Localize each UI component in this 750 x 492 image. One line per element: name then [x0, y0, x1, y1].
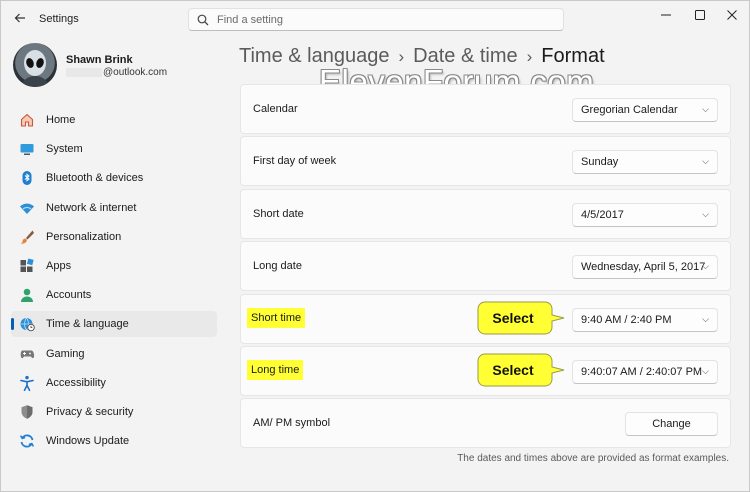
globe-clock-icon	[19, 316, 35, 332]
sidebar-item-label: Accounts	[46, 289, 92, 302]
select-callout: Select	[477, 353, 567, 387]
first-day-dropdown[interactable]: Sunday ⌵	[572, 150, 718, 175]
chevron-down-icon: ⌵	[702, 156, 709, 167]
sidebar-item-label: Home	[46, 114, 76, 126]
format-settings-list: Calendar Gregorian Calendar ⌵ First day …	[240, 84, 731, 451]
calendar-value: Gregorian Calendar	[581, 104, 678, 116]
app-title: Settings	[39, 13, 79, 25]
long-time-label: Long time	[247, 359, 304, 380]
callout-text: Select	[492, 309, 534, 326]
profile-name: Shawn Brink	[66, 54, 133, 66]
minimize-button[interactable]	[649, 5, 683, 25]
sidebar-item-label: Apps	[46, 259, 72, 272]
first-day-value: Sunday	[581, 156, 619, 169]
calendar-dropdown[interactable]: Gregorian Calendar ⌵	[572, 98, 718, 122]
sidebar-item-label: System	[46, 143, 83, 156]
search-input[interactable]	[217, 13, 547, 26]
callout-text: Select	[492, 361, 534, 378]
back-button[interactable]	[9, 7, 31, 29]
first-day-row: First day of week Sunday ⌵	[240, 136, 731, 187]
long-date-dropdown[interactable]: Wednesday, April 5, 2017 ⌵	[572, 255, 718, 280]
short-date-value: 4/5/2017	[581, 208, 624, 221]
accessibility-icon	[19, 375, 35, 391]
sidebar-item-gaming[interactable]: Gaming	[11, 341, 217, 367]
close-button[interactable]	[715, 5, 749, 25]
sidebar-item-windows-update[interactable]: Windows Update	[11, 428, 217, 454]
long-time-dropdown[interactable]: 9:40:07 AM / 2:40:07 PM ⌵	[572, 359, 718, 384]
change-ampm-button[interactable]: Change	[625, 412, 718, 437]
sidebar-item-label: Personalization	[46, 230, 122, 243]
short-time-row: Short time Select 9:40 AM / 2:40 PM ⌵	[240, 293, 731, 344]
ampm-row: AM/ PM symbol Change	[240, 398, 731, 449]
chevron-down-icon: ⌵	[702, 261, 709, 272]
sidebar-item-accounts[interactable]: Accounts	[11, 282, 217, 308]
sidebar-item-network[interactable]: Network & internet	[11, 195, 217, 221]
update-icon	[19, 433, 35, 449]
short-time-value: 9:40 AM / 2:40 PM	[581, 313, 672, 326]
brush-icon	[19, 229, 35, 245]
bluetooth-icon	[19, 170, 35, 186]
sidebar-item-label: Privacy & security	[46, 405, 134, 418]
profile-email: @outlook.com	[66, 67, 167, 78]
select-callout: Select	[477, 301, 567, 335]
sidebar-item-label: Network & internet	[46, 201, 137, 214]
avatar[interactable]	[13, 43, 57, 87]
shield-icon	[19, 404, 35, 420]
maximize-icon	[695, 10, 705, 20]
ampm-label: AM/ PM symbol	[253, 417, 331, 430]
chevron-down-icon: ⌵	[702, 313, 709, 324]
short-time-label: Short time	[247, 307, 306, 328]
chevron-down-icon: ⌵	[702, 365, 709, 376]
short-date-dropdown[interactable]: 4/5/2017 ⌵	[572, 202, 718, 227]
sidebar-item-system[interactable]: System	[11, 136, 217, 162]
long-date-label: Long date	[253, 260, 302, 273]
first-day-label: First day of week	[253, 155, 337, 168]
email-redaction	[66, 67, 102, 77]
profile-email-text: @outlook.com	[103, 67, 168, 78]
short-date-label: Short date	[253, 207, 304, 220]
sidebar-item-bluetooth[interactable]: Bluetooth & devices	[11, 165, 217, 191]
minimize-icon	[661, 14, 671, 16]
wifi-icon	[19, 200, 35, 216]
apps-icon	[19, 258, 35, 274]
search-icon	[197, 14, 209, 25]
close-icon	[727, 10, 737, 20]
short-date-row: Short date 4/5/2017 ⌵	[240, 188, 731, 239]
back-arrow-icon	[14, 13, 25, 23]
monitor-icon	[19, 141, 35, 157]
long-date-row: Long date Wednesday, April 5, 2017 ⌵	[240, 241, 731, 292]
search-box[interactable]	[188, 8, 564, 31]
title-bar: Settings	[1, 1, 750, 39]
long-time-value: 9:40:07 AM / 2:40:07 PM	[581, 365, 703, 378]
sidebar-item-label: Time & language	[46, 318, 129, 331]
sidebar-item-label: Windows Update	[46, 435, 130, 448]
home-icon	[19, 112, 35, 128]
chevron-down-icon: ⌵	[702, 104, 709, 114]
long-date-value: Wednesday, April 5, 2017	[581, 261, 706, 274]
sidebar-item-privacy[interactable]: Privacy & security	[11, 399, 217, 425]
alien-avatar-icon	[21, 50, 49, 87]
gamepad-icon	[19, 346, 35, 362]
sidebar-item-label: Bluetooth & devices	[46, 172, 144, 185]
person-icon	[19, 287, 35, 303]
maximize-button[interactable]	[683, 5, 717, 25]
long-time-row: Long time Select 9:40:07 AM / 2:40:07 PM…	[240, 345, 731, 396]
format-examples-note: The dates and times above are provided a…	[457, 453, 729, 464]
sidebar-item-accessibility[interactable]: Accessibility	[11, 370, 217, 396]
sidebar-item-label: Accessibility	[46, 376, 106, 389]
calendar-row: Calendar Gregorian Calendar ⌵	[240, 84, 731, 134]
sidebar-item-time-language[interactable]: Time & language	[11, 311, 217, 338]
sidebar-item-personalization[interactable]: Personalization	[11, 224, 217, 250]
sidebar-item-home[interactable]: Home	[11, 107, 217, 133]
sidebar-nav: Home System Bluetooth & devices Network …	[11, 107, 217, 457]
sidebar-item-label: Gaming	[46, 347, 85, 360]
sidebar-item-apps[interactable]: Apps	[11, 253, 217, 279]
calendar-label: Calendar	[253, 103, 298, 115]
short-time-dropdown[interactable]: 9:40 AM / 2:40 PM ⌵	[572, 307, 718, 332]
chevron-down-icon: ⌵	[702, 208, 709, 219]
